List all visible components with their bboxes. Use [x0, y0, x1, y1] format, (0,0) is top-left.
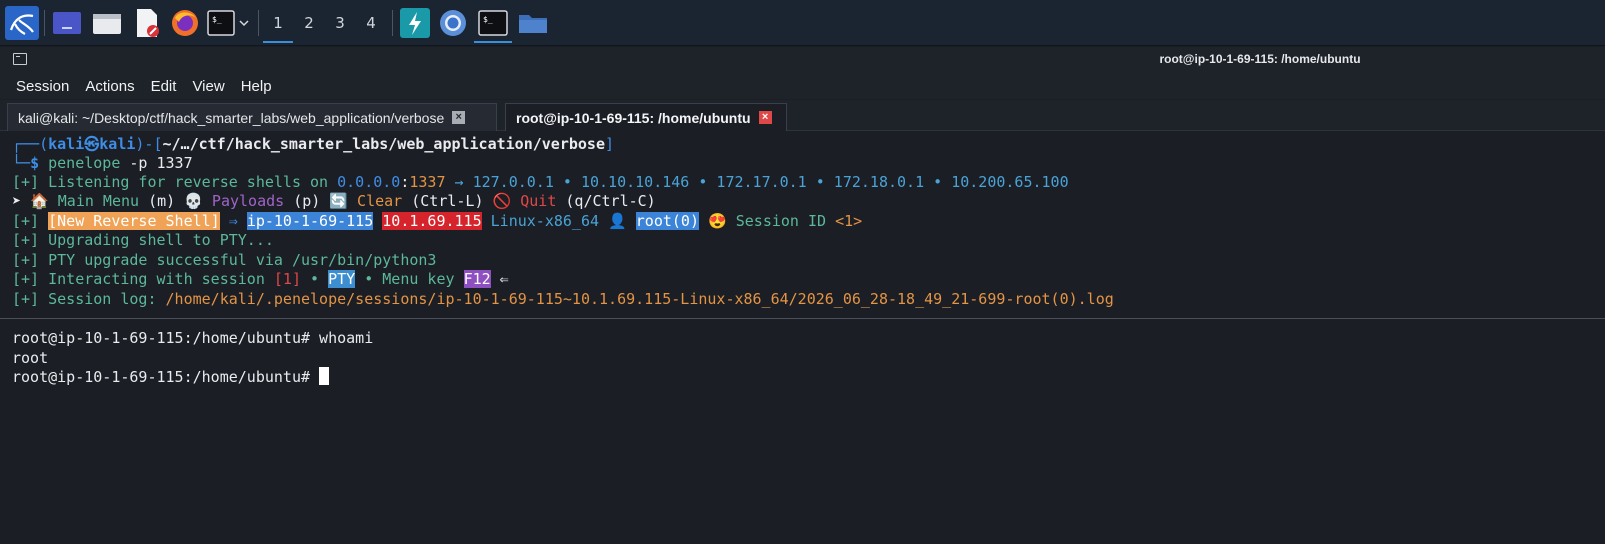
- menu-view[interactable]: View: [184, 78, 232, 95]
- listening-line: [+] Listening for reverse shells on 0.0.…: [12, 173, 1069, 191]
- upgrading-line: [+] Upgrading shell to PTY...: [12, 231, 274, 249]
- tab-root-shell[interactable]: root@ip-10-1-69-115: /home/ubuntu ×: [505, 103, 787, 131]
- svg-text:$_: $_: [483, 15, 493, 24]
- workspace-4[interactable]: 4: [356, 4, 386, 42]
- file-manager-icon[interactable]: [90, 4, 124, 42]
- home-icon: 🏠: [30, 192, 49, 210]
- user-badge: root(0): [635, 212, 699, 230]
- taskbar: $_ 1 2 3 4 $_: [0, 0, 1605, 46]
- terminal-output[interactable]: ┌──(kali㉿kali)-[~/…/ctf/hack_smarter_lab…: [0, 132, 1605, 544]
- session-log-line: [+] Session log: /home/kali/.penelope/se…: [12, 290, 1114, 308]
- pty-success-line: [+] PTY upgrade successful via /usr/bin/…: [12, 251, 437, 269]
- skull-icon: 💀: [184, 192, 203, 210]
- command: penelope: [48, 154, 121, 172]
- prompt-path: ~/…/ctf/hack_smarter_labs/web_applicatio…: [162, 135, 605, 153]
- shell-prompt-line: root@ip-10-1-69-115:/home/ubuntu#: [12, 367, 330, 387]
- burpsuite-icon[interactable]: [398, 4, 432, 42]
- taskbar-separator: [258, 10, 259, 36]
- workspace-1[interactable]: 1: [263, 4, 293, 43]
- menu-session[interactable]: Session: [8, 78, 77, 95]
- heart-eyes-icon: 😍: [708, 212, 727, 230]
- host-badge: ip-10-1-69-115: [246, 212, 374, 230]
- new-shell-badge: [New Reverse Shell]: [48, 212, 220, 230]
- workspace-3[interactable]: 3: [325, 4, 355, 42]
- tab-label: root@ip-10-1-69-115: /home/ubuntu: [516, 109, 751, 126]
- window-title: root@ip-10-1-69-115: /home/ubuntu: [1159, 52, 1361, 66]
- menu-help[interactable]: Help: [233, 78, 280, 95]
- prompt-line-2: └─$ penelope -p 1337: [12, 154, 193, 172]
- kali-menu-icon[interactable]: [4, 4, 40, 42]
- workspace-2[interactable]: 2: [294, 4, 324, 42]
- taskbar-separator: [392, 10, 393, 36]
- interacting-line: [+] Interacting with session [1] • PTY •…: [12, 270, 509, 288]
- terminal-icon[interactable]: $_: [206, 4, 236, 42]
- folder-icon[interactable]: [516, 4, 550, 42]
- window-titlebar: root@ip-10-1-69-115: /home/ubuntu: [0, 47, 1605, 73]
- close-icon[interactable]: ×: [758, 111, 772, 124]
- firefox-icon[interactable]: [168, 4, 202, 42]
- close-icon[interactable]: ×: [452, 111, 466, 124]
- svg-text:$_: $_: [212, 15, 222, 24]
- pty-badge: PTY: [328, 270, 356, 288]
- terminal-divider: [0, 318, 1605, 319]
- user-icon: 👤: [608, 212, 627, 230]
- tab-kali-verbose[interactable]: kali@kali: ~/Desktop/ctf/hack_smarter_la…: [7, 103, 497, 131]
- menu-edit[interactable]: Edit: [143, 78, 185, 95]
- ip-badge: 10.1.69.115: [382, 212, 482, 230]
- prompt-skull: ㉿: [84, 135, 100, 153]
- text-editor-icon[interactable]: [130, 4, 164, 42]
- shell-command-line: root@ip-10-1-69-115:/home/ubuntu# whoami: [12, 329, 374, 347]
- desktop-icon[interactable]: [50, 4, 84, 42]
- terminal-window-icon: [13, 53, 27, 65]
- terminal-icon[interactable]: $_: [474, 4, 512, 43]
- menubar: Session Actions Edit View Help: [0, 73, 1605, 99]
- shell-output-line: root: [12, 349, 49, 367]
- prompt-host: kali: [99, 135, 136, 153]
- tab-bar: kali@kali: ~/Desktop/ctf/hack_smarter_la…: [0, 100, 1605, 131]
- refresh-icon: 🔄: [329, 192, 349, 210]
- menu-hint-line: ➤ 🏠 Main Menu (m) 💀 Payloads (p) 🔄 Clear…: [12, 192, 656, 210]
- terminal-cursor: [319, 367, 330, 385]
- prompt-user: kali: [48, 135, 85, 153]
- menu-actions[interactable]: Actions: [77, 78, 142, 95]
- taskbar-separator: [44, 10, 45, 36]
- new-shell-line: [+] [New Reverse Shell] ⇒ ip-10-1-69-115…: [12, 212, 863, 230]
- command-args: -p 1337: [120, 154, 193, 172]
- chevron-down-icon[interactable]: [237, 4, 251, 42]
- prompt-line-1: ┌──(kali㉿kali)-[~/…/ctf/hack_smarter_lab…: [12, 135, 615, 153]
- f12-badge: F12: [463, 270, 491, 288]
- tab-label: kali@kali: ~/Desktop/ctf/hack_smarter_la…: [18, 109, 445, 126]
- prohibited-icon: 🚫: [492, 192, 512, 210]
- chromium-icon[interactable]: [436, 4, 470, 42]
